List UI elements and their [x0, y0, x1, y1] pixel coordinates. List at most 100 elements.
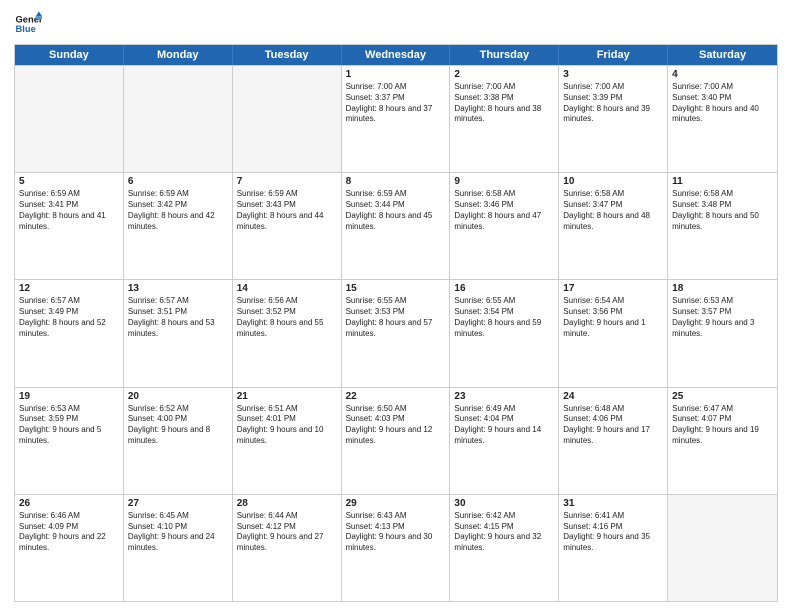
cell-info: Sunrise: 6:57 AM Sunset: 3:49 PM Dayligh…	[19, 296, 119, 339]
day-number: 17	[563, 283, 663, 294]
cell-info: Sunrise: 6:50 AM Sunset: 4:03 PM Dayligh…	[346, 404, 446, 447]
cell-info: Sunrise: 6:58 AM Sunset: 3:46 PM Dayligh…	[454, 189, 554, 232]
day-number: 15	[346, 283, 446, 294]
calendar: SundayMondayTuesdayWednesdayThursdayFrid…	[14, 44, 778, 602]
calendar-header: SundayMondayTuesdayWednesdayThursdayFrid…	[15, 45, 777, 65]
calendar-cell: 30Sunrise: 6:42 AM Sunset: 4:15 PM Dayli…	[450, 495, 559, 601]
cell-info: Sunrise: 6:51 AM Sunset: 4:01 PM Dayligh…	[237, 404, 337, 447]
header: General Blue	[14, 10, 778, 38]
day-number: 13	[128, 283, 228, 294]
logo-icon: General Blue	[14, 10, 42, 38]
cell-info: Sunrise: 6:55 AM Sunset: 3:53 PM Dayligh…	[346, 296, 446, 339]
day-number: 29	[346, 498, 446, 509]
calendar-cell: 7 Sunrise: 6:59 AM Sunset: 3:43 PM Daylig…	[233, 173, 342, 279]
calendar-cell: 6Sunrise: 6:59 AM Sunset: 3:42 PM Daylig…	[124, 173, 233, 279]
day-number: 11	[672, 176, 773, 187]
calendar-cell: 18 Sunrise: 6:53 AM Sunset: 3:57 PM Dayli…	[668, 280, 777, 386]
page: General Blue SundayMondayTuesdayWednesda…	[0, 0, 792, 612]
svg-text:Blue: Blue	[16, 24, 36, 34]
calendar-cell: 21Sunrise: 6:51 AM Sunset: 4:01 PM Dayli…	[233, 388, 342, 494]
calendar-cell: 11Sunrise: 6:58 AM Sunset: 3:48 PM Dayli…	[668, 173, 777, 279]
cell-info: Sunrise: 6:58 AM Sunset: 3:47 PM Dayligh…	[563, 189, 663, 232]
calendar-row: 19 Sunrise: 6:53 AM Sunset: 3:59 PM Dayli…	[15, 387, 777, 494]
day-number: 1	[346, 69, 446, 80]
calendar-cell: 5 Sunrise: 6:59 AM Sunset: 3:41 PM Daylig…	[15, 173, 124, 279]
calendar-cell: 28Sunrise: 6:44 AM Sunset: 4:12 PM Dayli…	[233, 495, 342, 601]
calendar-cell: 10Sunrise: 6:58 AM Sunset: 3:47 PM Dayli…	[559, 173, 668, 279]
calendar-cell: 15 Sunrise: 6:55 AM Sunset: 3:53 PM Dayli…	[342, 280, 451, 386]
calendar-cell: 17 Sunrise: 6:54 AM Sunset: 3:56 PM Dayli…	[559, 280, 668, 386]
cell-info: Sunrise: 7:00 AM Sunset: 3:39 PM Dayligh…	[563, 82, 663, 125]
day-number: 31	[563, 498, 663, 509]
calendar-cell: 26 Sunrise: 6:46 AM Sunset: 4:09 PM Dayli…	[15, 495, 124, 601]
calendar-row: 12 Sunrise: 6:57 AM Sunset: 3:49 PM Dayli…	[15, 279, 777, 386]
cell-info: Sunrise: 6:59 AM Sunset: 3:42 PM Dayligh…	[128, 189, 228, 232]
cell-info: Sunrise: 6:57 AM Sunset: 3:51 PM Dayligh…	[128, 296, 228, 339]
day-number: 18	[672, 283, 773, 294]
day-number: 7	[237, 176, 337, 187]
weekday-header: Friday	[559, 45, 668, 65]
day-number: 20	[128, 391, 228, 402]
calendar-cell: 22 Sunrise: 6:50 AM Sunset: 4:03 PM Dayli…	[342, 388, 451, 494]
weekday-header: Thursday	[450, 45, 559, 65]
day-number: 22	[346, 391, 446, 402]
cell-info: Sunrise: 6:59 AM Sunset: 3:43 PM Dayligh…	[237, 189, 337, 232]
calendar-cell: 2Sunrise: 7:00 AM Sunset: 3:38 PM Daylig…	[450, 66, 559, 172]
day-number: 14	[237, 283, 337, 294]
day-number: 2	[454, 69, 554, 80]
day-number: 23	[454, 391, 554, 402]
calendar-cell: 31 Sunrise: 6:41 AM Sunset: 4:16 PM Dayli…	[559, 495, 668, 601]
calendar-cell: 14Sunrise: 6:56 AM Sunset: 3:52 PM Dayli…	[233, 280, 342, 386]
calendar-cell: 25Sunrise: 6:47 AM Sunset: 4:07 PM Dayli…	[668, 388, 777, 494]
cell-info: Sunrise: 6:47 AM Sunset: 4:07 PM Dayligh…	[672, 404, 773, 447]
day-number: 5	[19, 176, 119, 187]
cell-info: Sunrise: 6:59 AM Sunset: 3:44 PM Dayligh…	[346, 189, 446, 232]
calendar-cell	[233, 66, 342, 172]
weekday-header: Saturday	[668, 45, 777, 65]
calendar-cell: 24 Sunrise: 6:48 AM Sunset: 4:06 PM Dayli…	[559, 388, 668, 494]
calendar-cell: 13 Sunrise: 6:57 AM Sunset: 3:51 PM Dayli…	[124, 280, 233, 386]
day-number: 19	[19, 391, 119, 402]
calendar-cell: 20 Sunrise: 6:52 AM Sunset: 4:00 PM Dayli…	[124, 388, 233, 494]
calendar-row: 5 Sunrise: 6:59 AM Sunset: 3:41 PM Daylig…	[15, 172, 777, 279]
weekday-header: Monday	[124, 45, 233, 65]
logo: General Blue	[14, 10, 42, 38]
cell-info: Sunrise: 6:54 AM Sunset: 3:56 PM Dayligh…	[563, 296, 663, 339]
calendar-row: 26 Sunrise: 6:46 AM Sunset: 4:09 PM Dayli…	[15, 494, 777, 601]
cell-info: Sunrise: 6:41 AM Sunset: 4:16 PM Dayligh…	[563, 511, 663, 554]
cell-info: Sunrise: 6:55 AM Sunset: 3:54 PM Dayligh…	[454, 296, 554, 339]
day-number: 16	[454, 283, 554, 294]
day-number: 26	[19, 498, 119, 509]
day-number: 4	[672, 69, 773, 80]
calendar-cell: 23 Sunrise: 6:49 AM Sunset: 4:04 PM Dayli…	[450, 388, 559, 494]
cell-info: Sunrise: 6:44 AM Sunset: 4:12 PM Dayligh…	[237, 511, 337, 554]
calendar-body: 1 Sunrise: 7:00 AM Sunset: 3:37 PM Daylig…	[15, 65, 777, 601]
day-number: 24	[563, 391, 663, 402]
calendar-cell: 4Sunrise: 7:00 AM Sunset: 3:40 PM Daylig…	[668, 66, 777, 172]
calendar-row: 1 Sunrise: 7:00 AM Sunset: 3:37 PM Daylig…	[15, 65, 777, 172]
cell-info: Sunrise: 6:53 AM Sunset: 3:57 PM Dayligh…	[672, 296, 773, 339]
day-number: 27	[128, 498, 228, 509]
cell-info: Sunrise: 7:00 AM Sunset: 3:37 PM Dayligh…	[346, 82, 446, 125]
calendar-cell: 12 Sunrise: 6:57 AM Sunset: 3:49 PM Dayli…	[15, 280, 124, 386]
weekday-header: Wednesday	[342, 45, 451, 65]
calendar-cell: 1 Sunrise: 7:00 AM Sunset: 3:37 PM Daylig…	[342, 66, 451, 172]
calendar-cell	[668, 495, 777, 601]
cell-info: Sunrise: 6:53 AM Sunset: 3:59 PM Dayligh…	[19, 404, 119, 447]
cell-info: Sunrise: 6:45 AM Sunset: 4:10 PM Dayligh…	[128, 511, 228, 554]
cell-info: Sunrise: 6:52 AM Sunset: 4:00 PM Dayligh…	[128, 404, 228, 447]
cell-info: Sunrise: 6:49 AM Sunset: 4:04 PM Dayligh…	[454, 404, 554, 447]
cell-info: Sunrise: 6:48 AM Sunset: 4:06 PM Dayligh…	[563, 404, 663, 447]
calendar-cell: 27 Sunrise: 6:45 AM Sunset: 4:10 PM Dayli…	[124, 495, 233, 601]
cell-info: Sunrise: 6:59 AM Sunset: 3:41 PM Dayligh…	[19, 189, 119, 232]
calendar-cell: 16 Sunrise: 6:55 AM Sunset: 3:54 PM Dayli…	[450, 280, 559, 386]
cell-info: Sunrise: 6:46 AM Sunset: 4:09 PM Dayligh…	[19, 511, 119, 554]
calendar-cell	[124, 66, 233, 172]
calendar-cell	[15, 66, 124, 172]
weekday-header: Tuesday	[233, 45, 342, 65]
day-number: 12	[19, 283, 119, 294]
calendar-cell: 8Sunrise: 6:59 AM Sunset: 3:44 PM Daylig…	[342, 173, 451, 279]
day-number: 30	[454, 498, 554, 509]
day-number: 3	[563, 69, 663, 80]
cell-info: Sunrise: 6:43 AM Sunset: 4:13 PM Dayligh…	[346, 511, 446, 554]
